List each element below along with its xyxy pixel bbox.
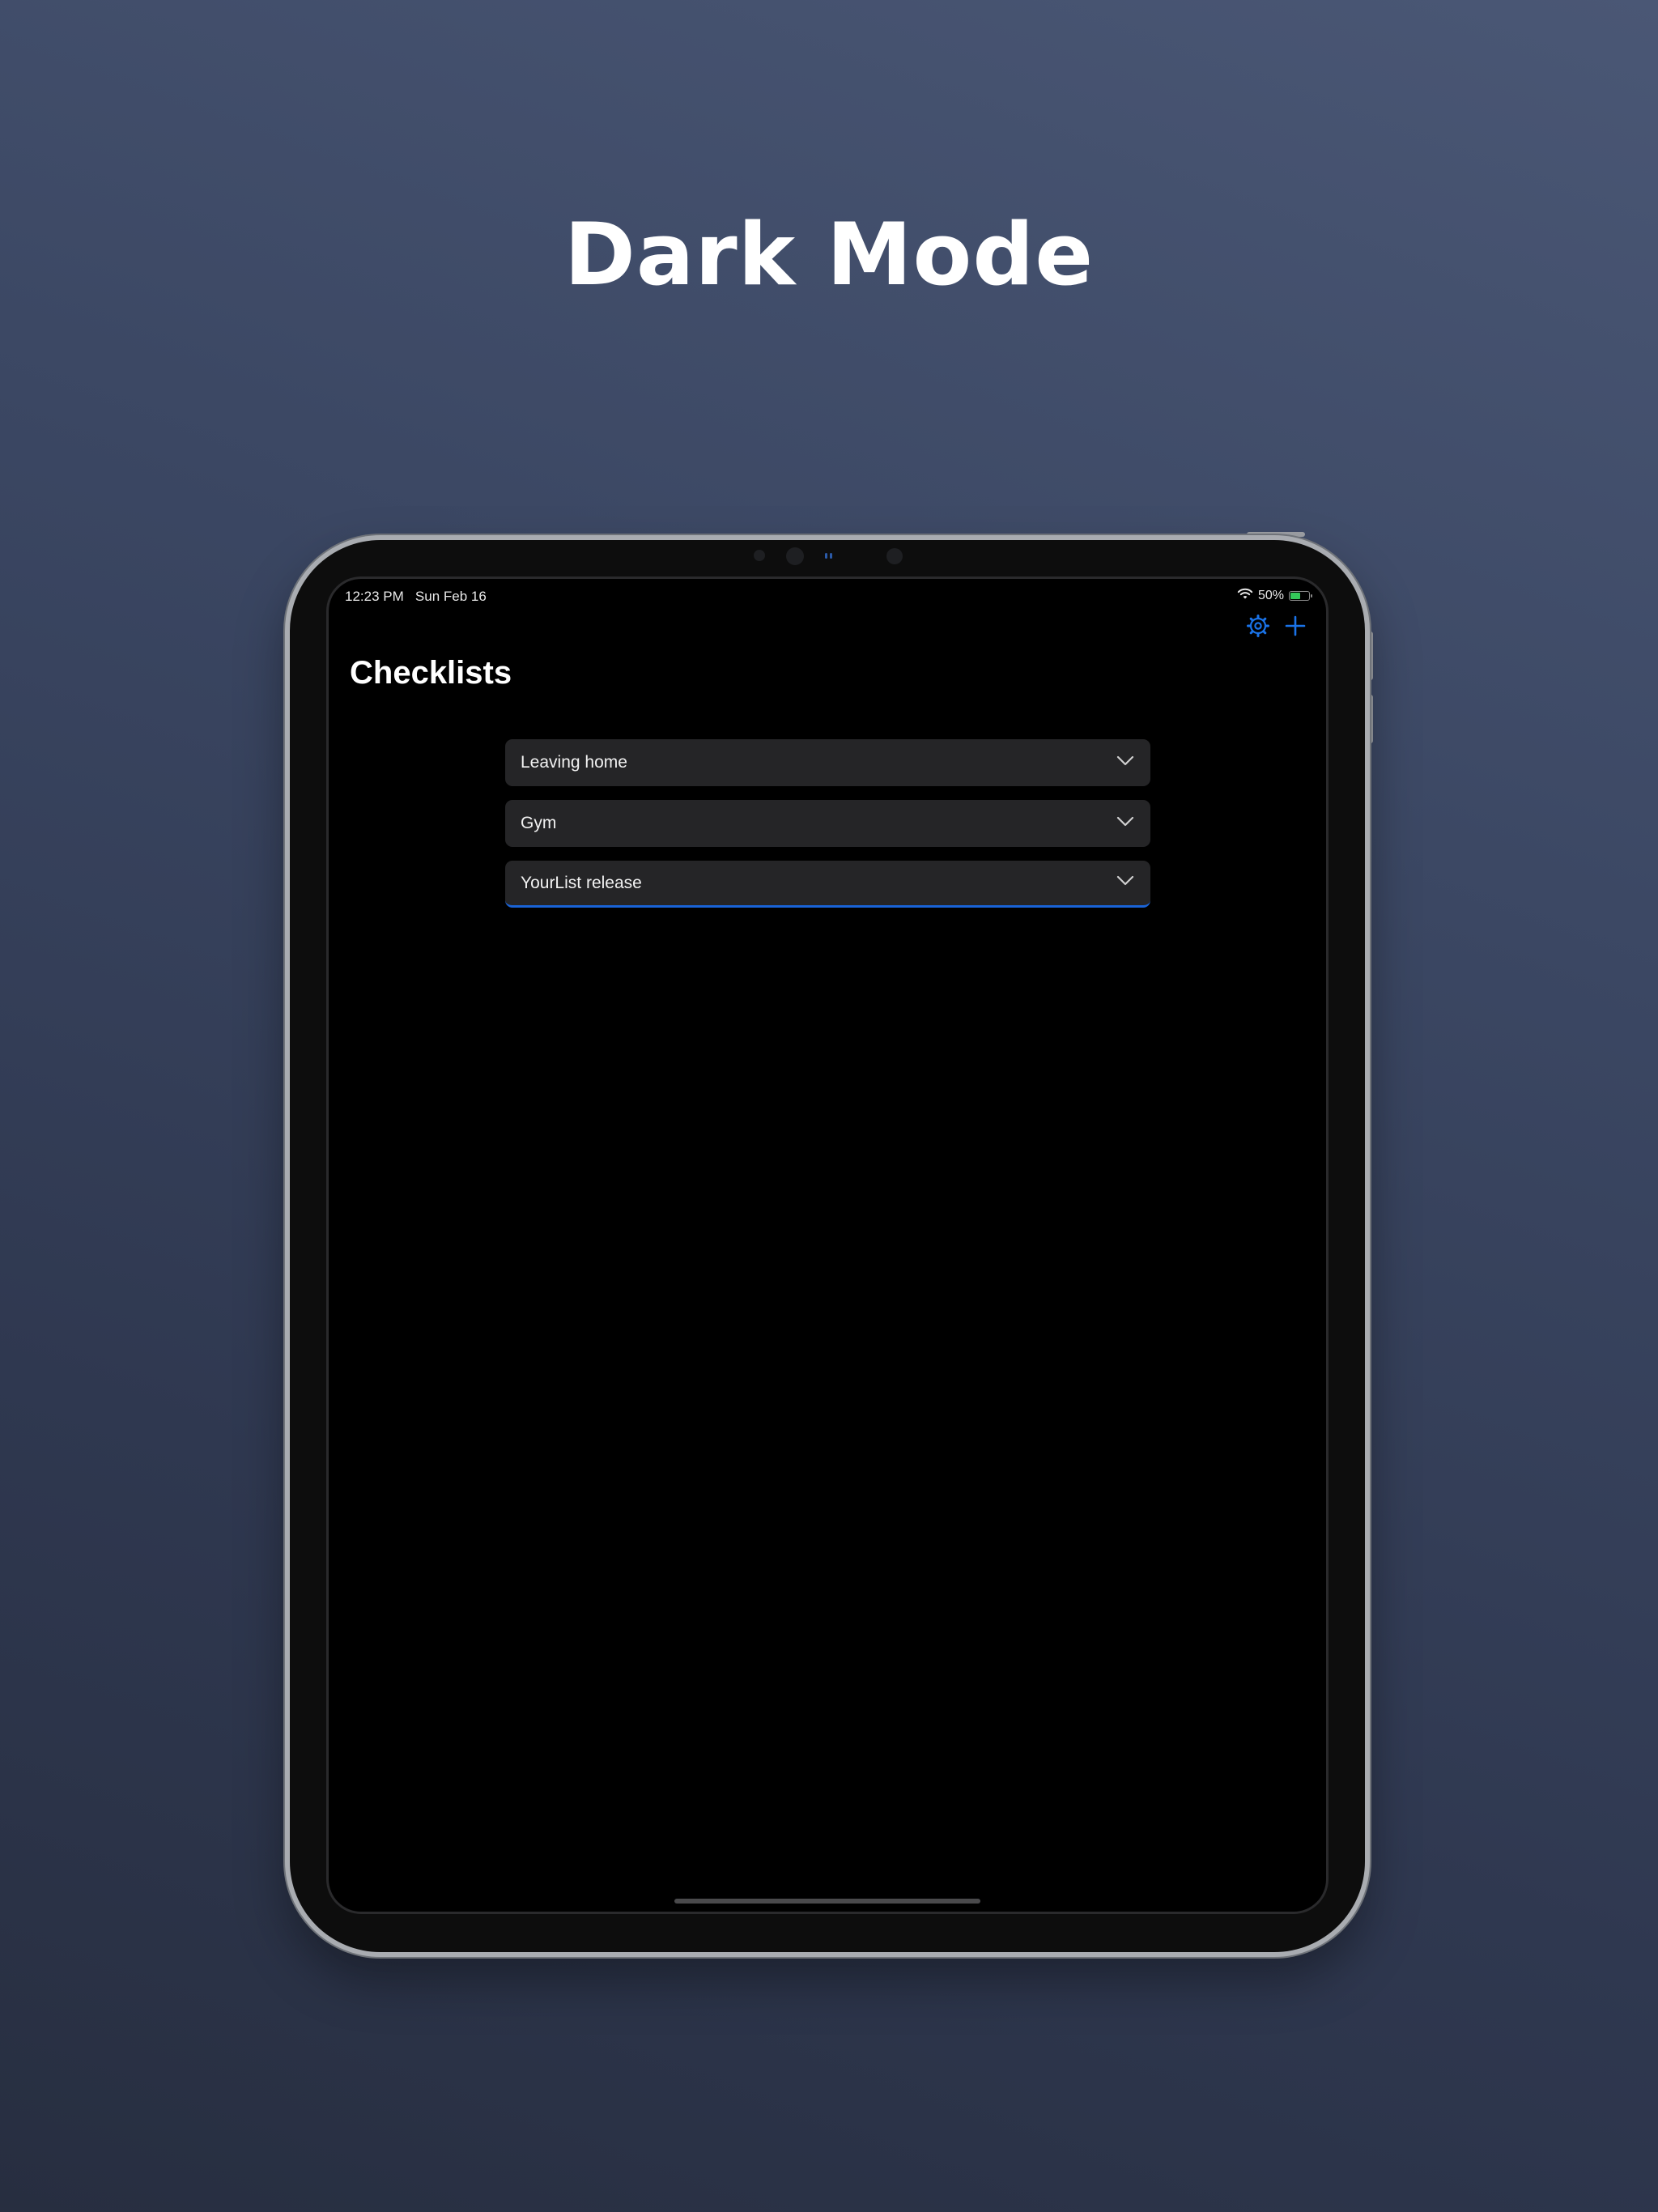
front-camera (786, 547, 804, 565)
chevron-down-icon[interactable] (1116, 875, 1134, 891)
battery-level-fill (1290, 593, 1300, 599)
checklist-row-label: Gym (521, 814, 557, 832)
battery-tip (1311, 594, 1312, 598)
face-id-sensor (886, 548, 903, 564)
marketing-headline: Dark Mode (563, 205, 1095, 304)
ambient-sensor (754, 550, 765, 561)
plus-icon (1284, 615, 1307, 641)
status-bar-time-date: 12:23 PM Sun Feb 16 (345, 589, 487, 604)
gear-icon (1246, 614, 1270, 642)
wifi-icon (1237, 588, 1253, 604)
home-indicator[interactable] (674, 1899, 980, 1904)
checklist-row-yourlist-release[interactable]: YourList release (505, 861, 1150, 908)
status-bar-right: 50% (1237, 587, 1312, 605)
settings-button[interactable] (1245, 614, 1271, 642)
chevron-down-icon[interactable] (1116, 755, 1134, 771)
page-title: Checklists (350, 655, 512, 691)
app-screen: 12:23 PM Sun Feb 16 50% Checklists Leavi… (329, 579, 1326, 1912)
camera-indicator-dot (830, 553, 832, 559)
checklist-row-gym[interactable]: Gym (505, 800, 1150, 847)
battery-icon (1289, 591, 1312, 601)
battery-percent: 50% (1257, 589, 1284, 602)
camera-indicator-dot (825, 553, 827, 559)
checklist-row-label: Leaving home (521, 753, 627, 772)
chevron-down-icon[interactable] (1116, 816, 1134, 832)
nav-bar-actions (1245, 614, 1308, 642)
add-checklist-button[interactable] (1282, 615, 1308, 640)
checklist-row-leaving-home[interactable]: Leaving home (505, 739, 1150, 786)
checklist-row-label: YourList release (521, 873, 642, 892)
checklist-list: Leaving home Gym YourList release (505, 739, 1150, 921)
